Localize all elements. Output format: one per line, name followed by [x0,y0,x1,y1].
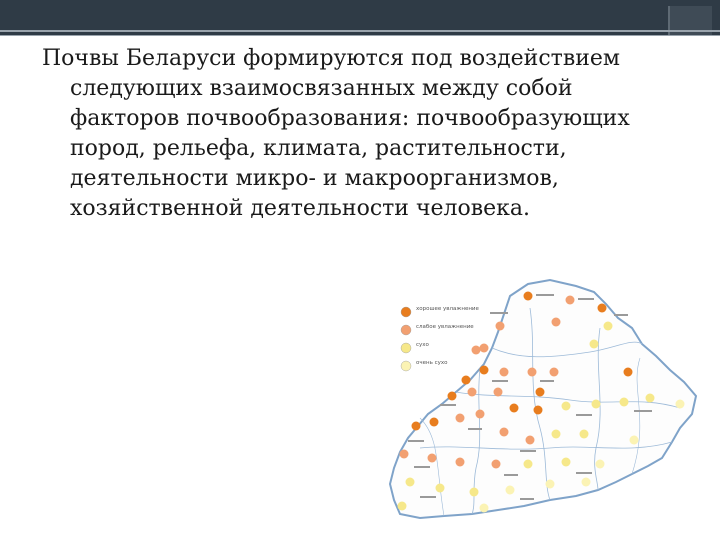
station-marker [589,339,599,349]
soil-moisture-map: хорошее увлажнение слабое увлажнение сух… [380,268,710,520]
station-marker [467,387,477,397]
legend-label: хорошее увлажнение [416,306,480,312]
station-marker [471,345,481,355]
station-marker [525,435,535,445]
legend-label: очень сухо [416,360,448,366]
station-marker [455,457,465,467]
station-marker [591,399,601,409]
station-marker [493,387,503,397]
station-label [614,314,628,316]
station-marker [479,343,489,353]
station-label [520,498,534,500]
slide-body-text: Почвы Беларуси формируются под воздейств… [42,44,682,224]
station-label [490,312,508,314]
station-marker [461,375,471,385]
station-marker [629,435,639,445]
map-legend: хорошее увлажнение слабое увлажнение сух… [400,306,480,372]
station-marker [499,427,509,437]
station-label [576,414,592,416]
legend-swatch [400,324,412,336]
legend-label: слабое увлажнение [416,324,474,330]
station-marker [427,453,437,463]
station-label [536,294,554,296]
station-marker [579,429,589,439]
station-label [634,410,652,412]
station-marker [491,459,501,469]
station-marker [435,483,445,493]
station-label [420,496,436,498]
station-label [492,380,508,382]
belarus-map-graphic: хорошее увлажнение слабое увлажнение сух… [388,278,698,520]
legend-swatch [400,342,412,354]
station-marker [475,409,485,419]
station-marker [397,501,407,511]
station-marker [581,477,591,487]
station-label [468,428,482,430]
station-marker [455,413,465,423]
legend-label: сухо [416,342,430,348]
station-marker [535,387,545,397]
station-marker [623,367,633,377]
station-marker [597,303,607,313]
station-marker [565,295,575,305]
station-marker [551,317,561,327]
station-label [578,298,594,300]
slide-header-stripes [0,30,720,42]
station-marker [561,457,571,467]
station-marker [595,459,605,469]
station-label [504,474,518,476]
station-marker [447,391,457,401]
legend-swatch [400,360,412,372]
station-label [576,472,592,474]
station-marker [645,393,655,403]
station-marker [479,503,489,513]
station-label [414,466,430,468]
station-marker [399,449,409,459]
station-marker [405,477,415,487]
station-marker [551,429,561,439]
station-marker [411,421,421,431]
station-marker [505,485,515,495]
station-label [408,440,424,442]
station-marker [499,367,509,377]
station-label [440,404,456,406]
station-marker [549,367,559,377]
station-marker [523,291,533,301]
station-marker [523,459,533,469]
station-marker [545,479,555,489]
station-marker [527,367,537,377]
station-marker [509,403,519,413]
station-marker [561,401,571,411]
slide-paragraph: Почвы Беларуси формируются под воздейств… [42,46,630,221]
station-label [540,380,554,382]
station-marker [603,321,613,331]
station-marker [469,487,479,497]
station-marker [429,417,439,427]
legend-swatch [400,306,412,318]
station-label [520,450,536,452]
station-marker [675,399,685,409]
station-marker [619,397,629,407]
station-marker [495,321,505,331]
station-marker [533,405,543,415]
station-marker [479,365,489,375]
